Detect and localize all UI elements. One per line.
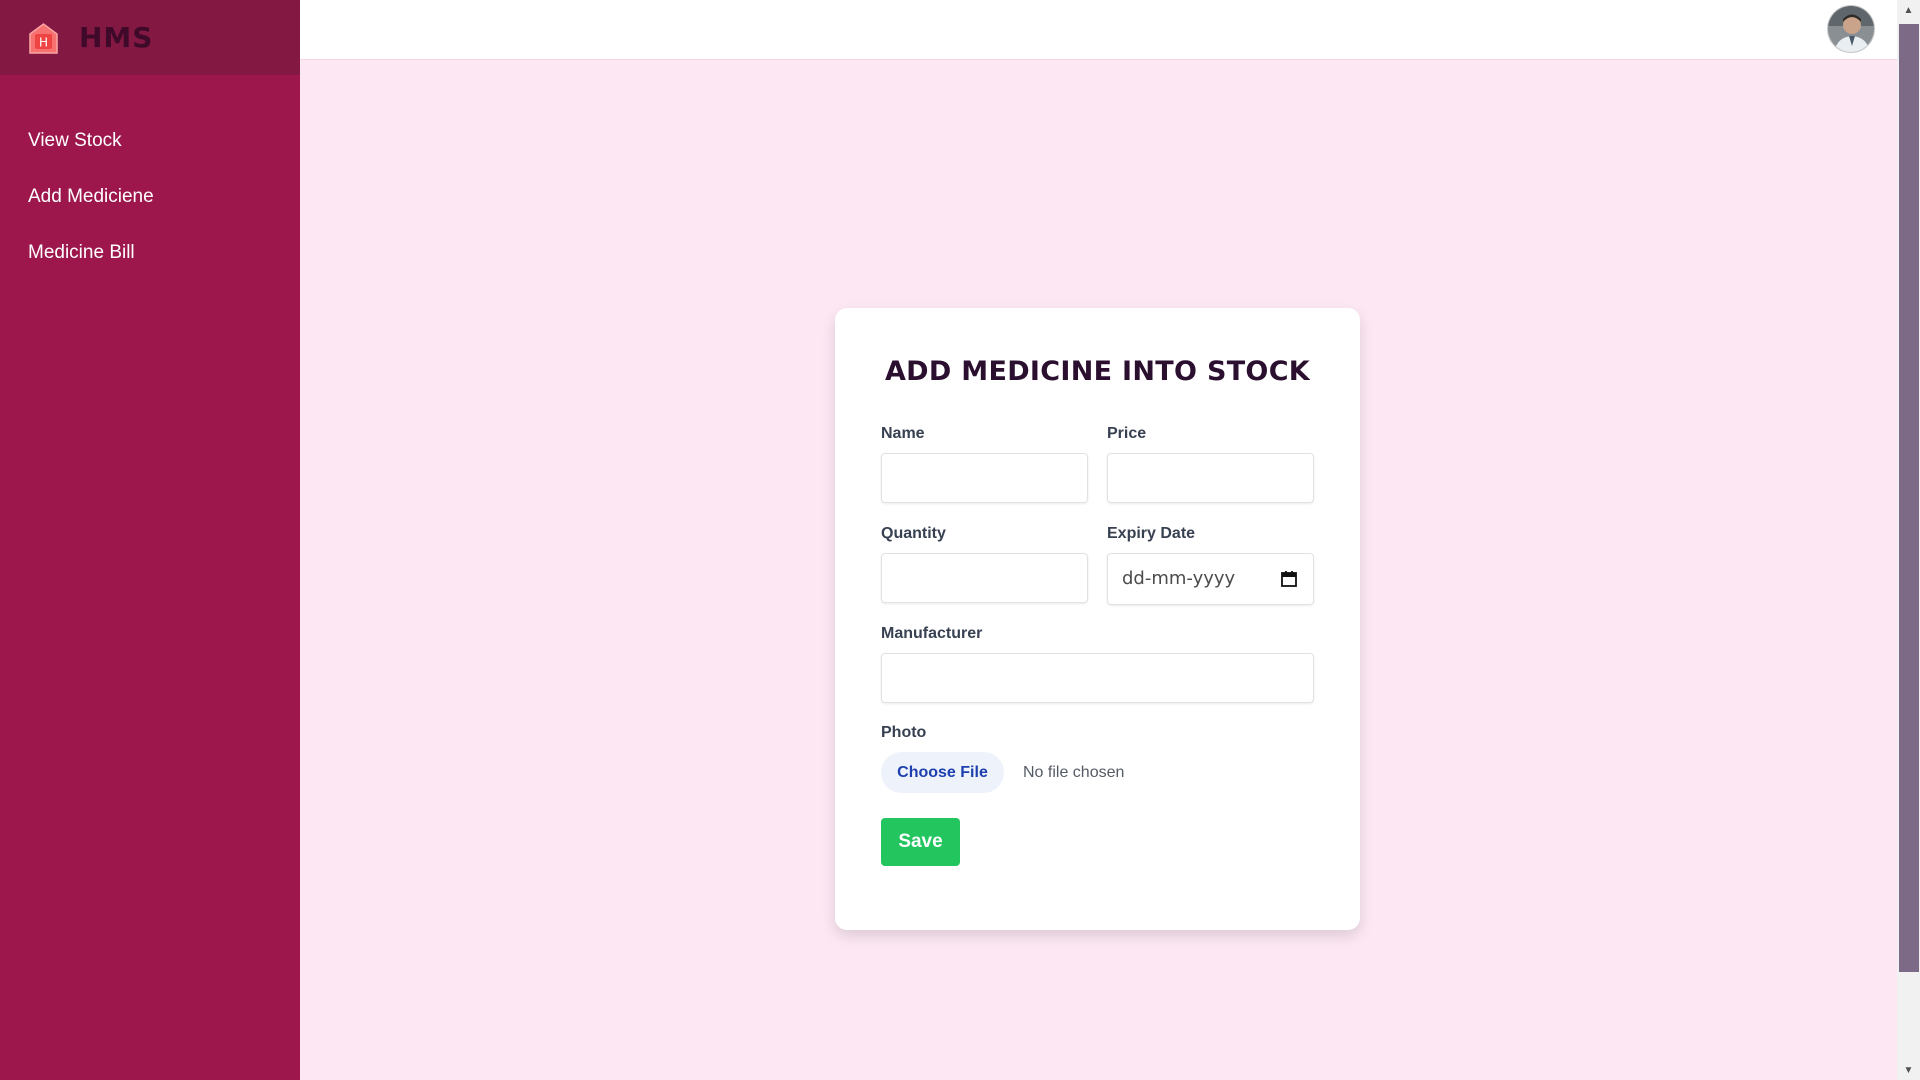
name-field-group: Name [881, 425, 1088, 503]
top-bar [300, 0, 1897, 60]
calendar-icon[interactable] [1280, 570, 1298, 588]
sidebar: H HMS View Stock Add Mediciene Medicine … [0, 0, 300, 1080]
photo-field-group: Photo Choose File No file chosen [881, 724, 1314, 793]
manufacturer-label: Manufacturer [881, 625, 983, 642]
brand-title: HMS [79, 21, 154, 54]
name-label: Name [881, 425, 925, 442]
price-label: Price [1107, 425, 1147, 442]
expiry-date-placeholder: dd-mm-yyyy [1122, 568, 1236, 589]
sidebar-item-view-stock[interactable]: View Stock [0, 113, 300, 169]
page-title: ADD MEDICINE INTO STOCK [884, 356, 1311, 387]
quantity-input[interactable] [881, 553, 1088, 603]
quantity-field-group: Quantity [881, 525, 1088, 605]
choose-file-button[interactable]: Choose File [881, 752, 1004, 793]
price-field-group: Price [1107, 425, 1314, 503]
svg-text:H: H [39, 35, 48, 49]
vertical-scrollbar[interactable]: ▲ ▼ [1897, 0, 1920, 1080]
user-avatar[interactable] [1827, 5, 1875, 53]
photo-label: Photo [881, 724, 927, 741]
scrollbar-thumb[interactable] [1899, 24, 1919, 972]
sidebar-item-medicine-bill[interactable]: Medicine Bill [0, 225, 300, 281]
manufacturer-field-group: Manufacturer [881, 625, 1314, 703]
expiry-field-group: Expiry Date dd-mm-yyyy [1107, 525, 1314, 605]
scroll-up-arrow-icon[interactable]: ▲ [1897, 0, 1920, 20]
save-button[interactable]: Save [881, 818, 960, 866]
sidebar-nav: View Stock Add Mediciene Medicine Bill [0, 113, 300, 281]
add-medicine-card: ADD MEDICINE INTO STOCK Name Price Quant… [835, 308, 1360, 930]
hospital-icon: H [28, 22, 59, 54]
file-status-text: No file chosen [1023, 763, 1125, 781]
sidebar-item-add-medicine[interactable]: Add Mediciene [0, 169, 300, 225]
scroll-down-arrow-icon[interactable]: ▼ [1897, 1060, 1920, 1080]
brand-header: H HMS [0, 0, 300, 75]
manufacturer-input[interactable] [881, 653, 1314, 703]
name-input[interactable] [881, 453, 1088, 503]
expiry-date-label: Expiry Date [1107, 525, 1196, 542]
expiry-date-input[interactable]: dd-mm-yyyy [1107, 553, 1314, 605]
price-input[interactable] [1107, 453, 1314, 503]
quantity-label: Quantity [881, 525, 946, 542]
photo-file-input[interactable]: Choose File No file chosen [881, 752, 1314, 793]
